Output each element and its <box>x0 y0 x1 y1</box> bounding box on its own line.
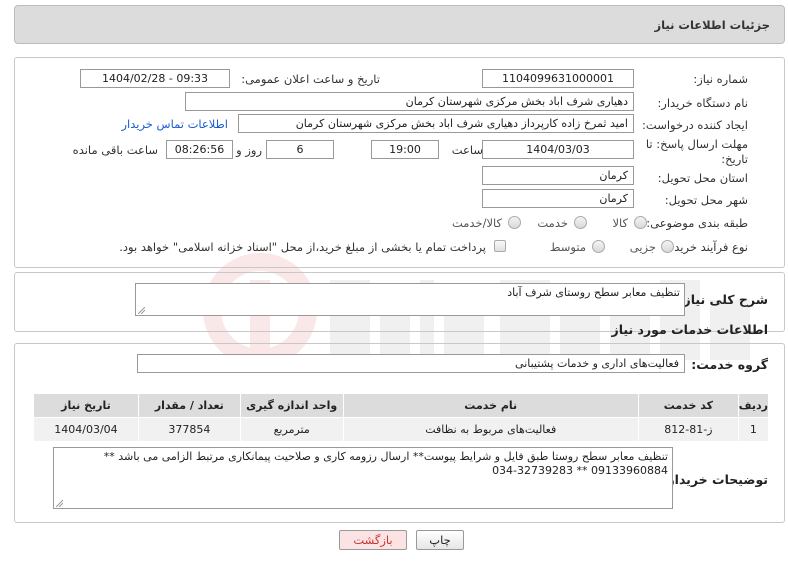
need-number-label: شماره نیاز: <box>693 72 748 86</box>
creator-label: ایجاد کننده درخواست: <box>642 118 748 132</box>
summary-label: شرح کلی نیاز: <box>678 292 768 307</box>
col-service-code: کد خدمت <box>637 393 739 418</box>
summary-field: تنظیف معابر سطح روستای شرف آباد <box>135 283 685 316</box>
need-info-panel <box>14 57 785 268</box>
deadline-date-label: تاریخ: <box>721 152 748 166</box>
remaining-days-field: 6 <box>266 140 334 159</box>
process-radio-medium[interactable] <box>592 240 605 253</box>
deadline-time-field: 19:00 <box>371 140 439 159</box>
resize-grip-icon[interactable] <box>56 500 63 507</box>
buyer-notes-line-1: تنظیف معابر سطح روستا طبق فایل و شرایط پ… <box>103 450 668 463</box>
process-option-minor: جزیی <box>629 240 656 254</box>
cell-service-name: فعالیت‌های مربوط به نظافت <box>342 417 639 442</box>
col-unit: واحد اندازه گیری <box>239 393 344 418</box>
creator-field: امید ثمرخ زاده کارپرداز دهیاری شرف اباد … <box>238 114 634 133</box>
col-row-number: ردیف <box>737 393 770 418</box>
category-radio-goods-service[interactable] <box>508 216 521 229</box>
buyer-notes-line-2: 09133960884 ** 034-32739283 <box>492 464 668 477</box>
process-type-label: نوع فرآیند خرید : <box>666 240 748 254</box>
deadline-time-label: ساعت <box>451 143 483 157</box>
category-option-goods-service: کالا/خدمت <box>451 216 502 230</box>
deadline-date-field: 1404/03/03 <box>482 140 634 159</box>
province-field: کرمان <box>482 166 634 185</box>
process-option-medium: متوسط <box>549 240 586 254</box>
category-option-service: خدمت <box>537 216 568 230</box>
announce-datetime-label: تاریخ و ساعت اعلان عمومی: <box>241 72 380 86</box>
treasury-payment-checkbox[interactable] <box>494 240 506 252</box>
page-title: جزئیات اطلاعات نیاز <box>654 18 770 32</box>
remaining-time-label: ساعت باقی مانده <box>72 143 158 157</box>
deadline-label: مهلت ارسال پاسخ: تا <box>645 137 748 151</box>
buyer-org-field: دهیاری شرف اباد بخش مرکزی شهرستان کرمان <box>185 92 634 111</box>
city-label: شهر محل تحویل: <box>664 193 748 207</box>
col-quantity: تعداد / مقدار <box>137 393 241 418</box>
cell-need-date: 1404/03/04 <box>33 417 139 442</box>
announce-datetime-field: 1404/02/28 - 09:33 <box>80 69 230 88</box>
treasury-payment-note: پرداخت تمام یا بخشی از مبلغ خرید،از محل … <box>119 240 486 254</box>
buyer-contact-link[interactable]: اطلاعات تماس خریدار <box>121 117 228 131</box>
cell-row-number: 1 <box>737 417 770 442</box>
buyer-org-label: نام دستگاه خریدار: <box>657 96 748 110</box>
remaining-time-field: 08:26:56 <box>166 140 233 159</box>
col-need-date: تاریخ نیاز <box>33 393 139 418</box>
back-button[interactable]: بازگشت <box>339 530 407 550</box>
category-radio-goods[interactable] <box>634 216 647 229</box>
days-label: روز و <box>236 143 262 157</box>
province-label: استان محل تحویل: <box>657 171 748 185</box>
cell-service-code: ز-81-812 <box>637 417 739 442</box>
buyer-notes-label: توضیحات خریدار: <box>662 472 768 487</box>
category-option-goods: کالا <box>612 216 628 230</box>
summary-text: تنظیف معابر سطح روستای شرف آباد <box>507 286 680 299</box>
buyer-notes-field: تنظیف معابر سطح روستا طبق فایل و شرایط پ… <box>53 447 673 509</box>
service-group-field: فعالیت‌های اداری و خدمات پشتیبانی <box>137 354 685 373</box>
need-number-field: 1104099631000001 <box>482 69 634 88</box>
col-service-name: نام خدمت <box>342 393 639 418</box>
resize-grip-icon[interactable] <box>138 307 145 314</box>
services-section-title: اطلاعات خدمات مورد نیاز <box>611 322 769 337</box>
city-field: کرمان <box>482 189 634 208</box>
print-button[interactable]: چاپ <box>416 530 464 550</box>
cell-quantity: 377854 <box>137 417 241 442</box>
cell-unit: مترمربع <box>239 417 344 442</box>
process-radio-minor[interactable] <box>661 240 674 253</box>
table-row: 1 ز-81-812 فعالیت‌های مربوط به نظافت متر… <box>33 417 770 442</box>
service-group-label: گروه خدمت: <box>691 357 768 372</box>
page-header: جزئیات اطلاعات نیاز <box>14 5 785 44</box>
services-table: ردیف کد خدمت نام خدمت واحد اندازه گیری ت… <box>33 393 770 442</box>
services-table-header: ردیف کد خدمت نام خدمت واحد اندازه گیری ت… <box>33 393 770 418</box>
category-radio-service[interactable] <box>574 216 587 229</box>
category-label: طبقه بندی موضوعی: <box>646 216 748 230</box>
